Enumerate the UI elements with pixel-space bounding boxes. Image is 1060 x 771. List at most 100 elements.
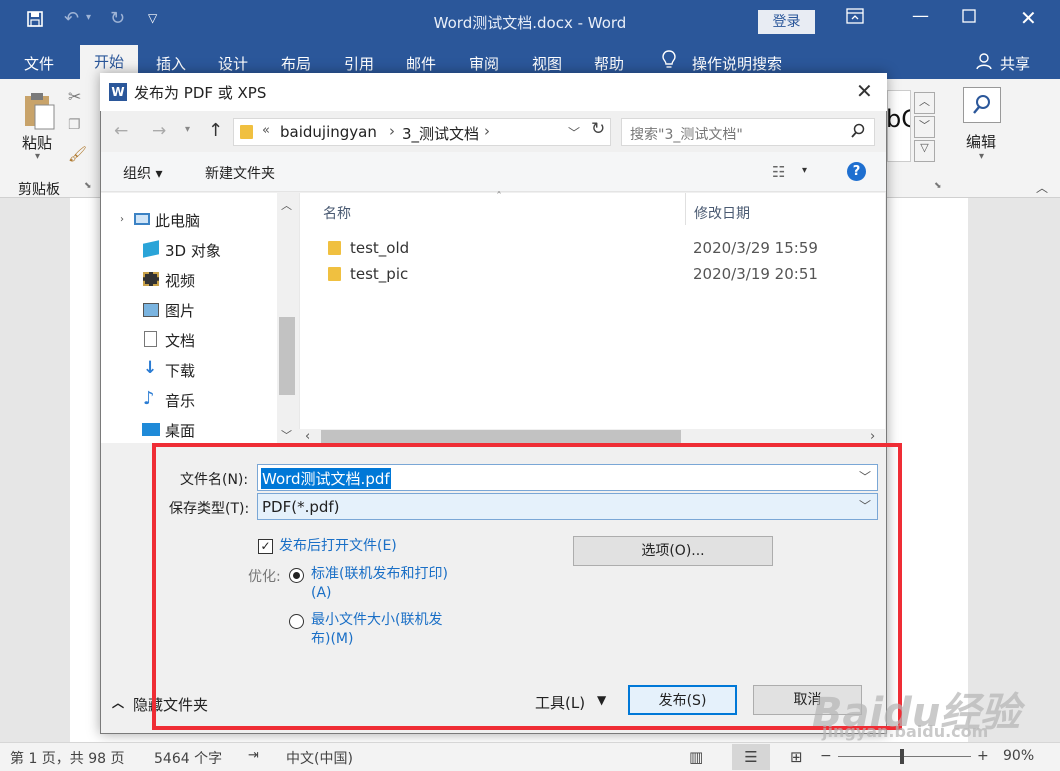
- address-dropdown-icon[interactable]: ﹀: [568, 124, 580, 141]
- tab-insert[interactable]: 插入: [156, 53, 186, 74]
- breadcrumb-baidujingyan[interactable]: baidujingyan: [280, 123, 377, 141]
- cut-icon[interactable]: ✂: [68, 87, 81, 106]
- up-folder-icon[interactable]: ↑: [208, 120, 223, 141]
- dialog-launcher-icon[interactable]: ⬊: [84, 181, 92, 191]
- tab-help[interactable]: 帮助: [594, 53, 624, 74]
- editing-dropdown-icon[interactable]: ▾: [979, 151, 984, 162]
- breadcrumb-separator-end[interactable]: ›: [484, 122, 490, 140]
- tab-layout[interactable]: 布局: [281, 53, 311, 74]
- highlight-box: [152, 443, 902, 730]
- nav-scroll-thumb[interactable]: [279, 317, 295, 395]
- pictures-icon: [143, 303, 159, 317]
- breadcrumb-current[interactable]: 3_测试文档: [402, 123, 479, 144]
- language-status[interactable]: 中文(中国): [286, 748, 353, 768]
- dialog-close-icon[interactable]: ✕: [856, 79, 873, 103]
- zoom-slider[interactable]: [838, 756, 971, 757]
- zoom-in-icon[interactable]: +: [977, 748, 989, 764]
- zoom-out-icon[interactable]: −: [820, 748, 832, 764]
- file-name[interactable]: test_old: [350, 239, 409, 257]
- login-button[interactable]: 登录: [758, 10, 815, 34]
- nav-item-pictures[interactable]: 图片: [165, 300, 195, 321]
- ribbon-display-icon[interactable]: [846, 8, 864, 29]
- folder-icon: [328, 267, 341, 281]
- document-title: Word测试文档.docx - Word: [433, 14, 627, 32]
- chevron-up-icon[interactable]: ︿: [112, 694, 124, 711]
- zoom-slider-thumb[interactable]: [900, 749, 904, 764]
- breadcrumb-separator[interactable]: ›: [389, 122, 395, 140]
- maximize-icon[interactable]: [962, 8, 976, 28]
- search-icon[interactable]: [850, 123, 866, 143]
- help-icon[interactable]: ?: [847, 162, 866, 181]
- format-painter-icon[interactable]: 🖌: [68, 145, 87, 163]
- column-date[interactable]: 修改日期: [694, 203, 750, 223]
- back-arrow-icon[interactable]: ←: [114, 121, 128, 141]
- more-styles-icon[interactable]: ▽: [914, 140, 935, 162]
- accessibility-icon[interactable]: ⇥: [248, 748, 259, 763]
- page-count[interactable]: 第 1 页，共 98 页: [10, 748, 125, 768]
- tab-design[interactable]: 设计: [218, 53, 248, 74]
- word-title-bar: ↶ ▾ ↻ ▽ Word测试文档.docx - Word 登录 — ✕: [0, 0, 1060, 45]
- column-name[interactable]: 名称: [323, 203, 351, 223]
- nav-item-downloads[interactable]: 下载: [165, 360, 195, 381]
- paste-icon[interactable]: [22, 91, 56, 131]
- web-layout-icon[interactable]: ⊞: [790, 748, 803, 766]
- style-scroll[interactable]: ︿ ﹀ ▽: [914, 92, 935, 162]
- user-icon[interactable]: [976, 52, 994, 74]
- tab-mailings[interactable]: 邮件: [406, 53, 436, 74]
- read-mode-icon[interactable]: ▥: [689, 748, 703, 766]
- tell-me-search[interactable]: 操作说明搜索: [692, 53, 782, 74]
- editing-label[interactable]: 编辑: [966, 131, 996, 152]
- nav-item-music[interactable]: 音乐: [165, 390, 195, 411]
- folder-icon: [328, 241, 341, 255]
- tab-review[interactable]: 审阅: [469, 53, 499, 74]
- column-divider[interactable]: [685, 193, 686, 225]
- table-row[interactable]: test_pic 2020/3/19 20:51: [320, 264, 880, 286]
- scroll-up-icon[interactable]: ︿: [281, 197, 292, 213]
- copy-icon[interactable]: ❐: [68, 117, 81, 133]
- tab-view[interactable]: 视图: [532, 53, 562, 74]
- close-window-icon[interactable]: ✕: [1020, 6, 1037, 30]
- h-scroll-thumb[interactable]: [321, 430, 681, 444]
- paste-label[interactable]: 粘贴: [22, 132, 52, 153]
- file-name[interactable]: test_pic: [350, 265, 408, 283]
- styles-launcher-icon[interactable]: ⬊: [934, 181, 942, 191]
- recent-locations-icon[interactable]: ▾: [185, 124, 190, 135]
- breadcrumb-overflow[interactable]: «: [262, 123, 270, 138]
- word-count[interactable]: 5464 个字: [154, 748, 222, 768]
- nav-item-videos[interactable]: 视频: [165, 270, 195, 291]
- collapse-ribbon-icon[interactable]: ︿: [1036, 179, 1048, 196]
- nav-scrollbar[interactable]: ︿ ﹀: [277, 193, 297, 443]
- tab-references[interactable]: 引用: [344, 53, 374, 74]
- chevron-up-icon[interactable]: ︿: [914, 92, 935, 114]
- new-folder-button[interactable]: 新建文件夹: [205, 163, 275, 183]
- scroll-down-icon[interactable]: ﹀: [281, 427, 292, 443]
- forward-arrow-icon[interactable]: →: [152, 121, 166, 141]
- scroll-right-icon[interactable]: ›: [870, 429, 875, 444]
- view-dropdown-icon[interactable]: ▾: [802, 165, 807, 176]
- chevron-down-icon[interactable]: ﹀: [914, 116, 935, 138]
- organize-button[interactable]: 组织 ▾: [123, 163, 162, 183]
- desktop-icon: [142, 423, 160, 436]
- table-row[interactable]: test_old 2020/3/29 15:59: [320, 238, 880, 260]
- scroll-left-icon[interactable]: ‹: [305, 429, 310, 444]
- refresh-icon[interactable]: ↻: [591, 119, 605, 139]
- paste-dropdown-icon[interactable]: ▾: [35, 151, 40, 162]
- nav-item-3d-objects[interactable]: 3D 对象: [165, 240, 221, 261]
- address-bar[interactable]: « baidujingyan › 3_测试文档 › ﹀: [233, 118, 611, 146]
- music-icon: ♪: [143, 388, 155, 409]
- video-icon: [143, 272, 159, 286]
- nav-item-desktop[interactable]: 桌面: [165, 420, 195, 441]
- zoom-level[interactable]: 90%: [1003, 748, 1034, 764]
- tab-file[interactable]: 文件: [24, 53, 54, 74]
- view-options-icon[interactable]: ☷: [772, 163, 785, 181]
- expand-icon[interactable]: ›: [120, 214, 124, 225]
- search-input[interactable]: 搜索"3_测试文档": [621, 118, 875, 146]
- print-layout-icon[interactable]: ☰: [732, 744, 770, 770]
- nav-item-this-pc[interactable]: 此电脑: [155, 210, 200, 231]
- find-icon[interactable]: [963, 87, 1001, 123]
- minimize-icon[interactable]: —: [912, 6, 929, 26]
- dialog-title-bar: W 发布为 PDF 或 XPS ✕: [100, 73, 887, 111]
- nav-item-documents[interactable]: 文档: [165, 330, 195, 351]
- share-button[interactable]: 共享: [1000, 53, 1030, 74]
- style-preview[interactable]: bC: [886, 90, 911, 162]
